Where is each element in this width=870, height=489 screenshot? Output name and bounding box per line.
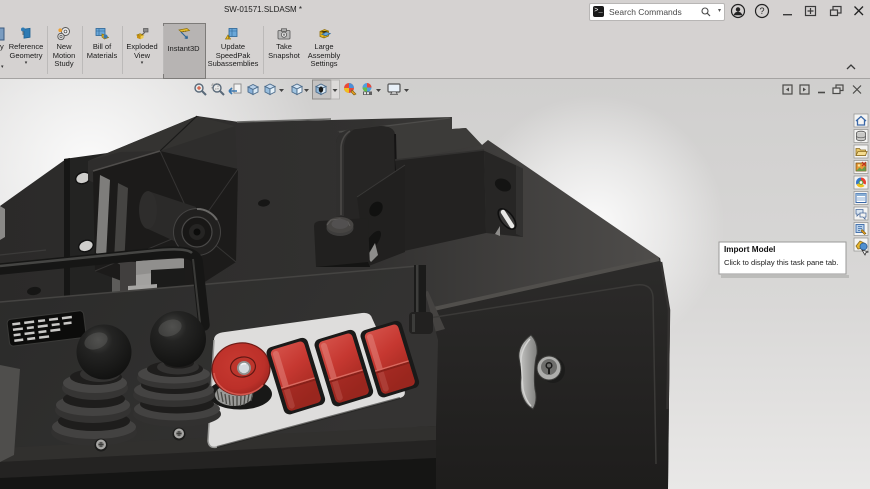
- svg-text:!: !: [228, 35, 229, 40]
- svg-text:Import Model: Import Model: [724, 245, 775, 254]
- svg-text:?: ?: [759, 6, 764, 16]
- svg-text:Click to display this task pan: Click to display this task pane tab.: [724, 258, 838, 267]
